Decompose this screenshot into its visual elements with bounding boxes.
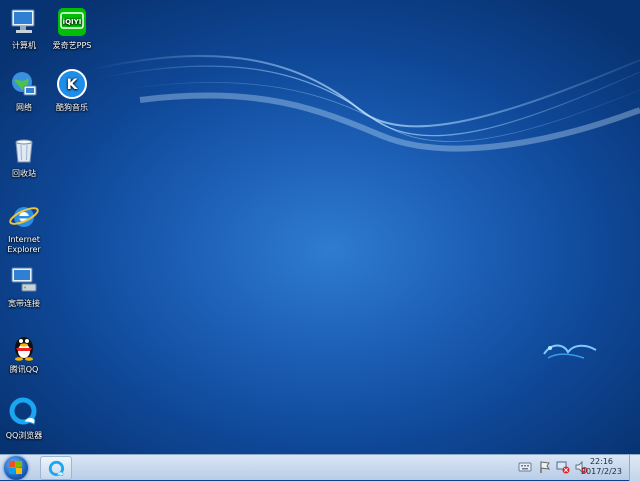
qq-penguin-icon	[15, 337, 33, 361]
desktop-icon-qq-browser[interactable]: QQ浏览器	[0, 396, 52, 441]
computer-icon	[11, 9, 35, 33]
taskbar: 22:16 2017/2/23	[0, 454, 640, 481]
desktop-icon-label: 宽带连接	[8, 299, 40, 308]
desktop-icon-recycle-bin[interactable]: 回收站	[0, 134, 52, 179]
desktop-icon-kugou[interactable]: K 酷狗音乐	[44, 68, 100, 113]
kugou-icon: K	[57, 69, 87, 99]
flag-icon[interactable]	[538, 460, 552, 474]
broadband-icon	[11, 267, 37, 292]
taskbar-clock[interactable]: 22:16 2017/2/23	[581, 457, 622, 477]
ie-icon	[9, 207, 39, 227]
iqiyi-icon: iQIYI	[58, 8, 86, 36]
desktop[interactable]: 计算机 iQIYI 爱奇艺PPS 网络 K 酷狗音乐 回收站 Internet …	[0, 0, 640, 454]
desktop-icon-label: QQ浏览器	[5, 431, 43, 440]
desktop-icon-label: 腾讯QQ	[9, 365, 39, 374]
start-button[interactable]	[4, 456, 28, 480]
clock-date: 2017/2/23	[580, 467, 622, 476]
desktop-icon-label: 酷狗音乐	[56, 103, 88, 112]
svg-text:K: K	[67, 77, 79, 93]
taskbar-qq-browser[interactable]	[40, 456, 72, 480]
qq-browser-icon	[48, 460, 65, 477]
desktop-icon-label: 爱奇艺PPS	[52, 41, 92, 50]
show-desktop-button[interactable]	[629, 455, 640, 481]
qq-browser-icon	[9, 397, 37, 425]
desktop-icon-ie[interactable]: Internet Explorer	[0, 200, 52, 255]
network-status-icon[interactable]	[556, 460, 570, 474]
wallpaper-logo-mark	[543, 344, 597, 359]
clock-time: 22:16	[589, 457, 614, 466]
keyboard-icon[interactable]	[518, 460, 532, 474]
svg-text:iQIYI: iQIYI	[63, 18, 82, 26]
desktop-icon-label: Internet Explorer	[7, 235, 41, 254]
desktop-icon-qq[interactable]: 腾讯QQ	[0, 330, 52, 375]
desktop-icon-iqiyi[interactable]: iQIYI 爱奇艺PPS	[44, 6, 100, 51]
desktop-icon-label: 回收站	[12, 169, 36, 178]
network-icon	[12, 72, 37, 96]
desktop-icon-broadband[interactable]: 宽带连接	[0, 264, 52, 309]
windows-start-icon	[9, 461, 22, 474]
recycle-bin-icon	[15, 139, 33, 163]
